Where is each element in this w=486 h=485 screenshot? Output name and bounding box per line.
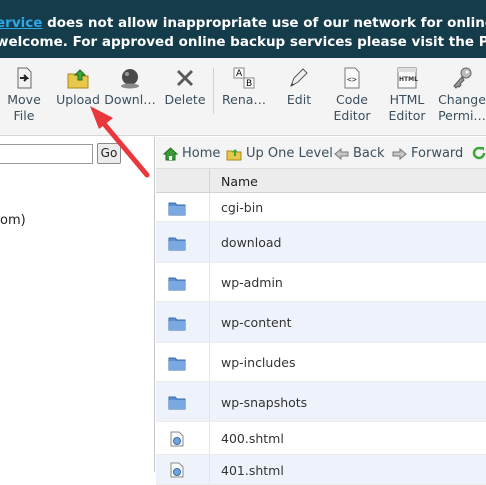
reload-button[interactable] <box>472 146 486 160</box>
forward-button[interactable]: Forward <box>392 146 463 161</box>
reload-icon <box>472 146 486 160</box>
table-row[interactable]: download <box>156 222 486 263</box>
delete-label: Delete <box>164 92 206 107</box>
rename-icon: AB <box>233 67 255 89</box>
table-row[interactable]: wp-content <box>156 302 486 343</box>
forward-label: Forward <box>411 146 464 161</box>
code-editor-button[interactable]: <> Code Editor <box>326 66 378 124</box>
edit-button[interactable]: Edit <box>273 66 325 108</box>
file-name[interactable]: cgi-bin <box>221 200 263 215</box>
table-row[interactable]: 401.shtml <box>156 455 486 485</box>
html-editor-button[interactable]: HTML HTML Editor <box>381 66 433 124</box>
go-button[interactable]: Go <box>97 143 121 164</box>
table-row[interactable]: wp-admin <box>156 263 486 302</box>
code-editor-icon: <> <box>344 67 360 89</box>
back-button[interactable]: Back <box>334 146 385 161</box>
rename-button[interactable]: AB Rena… <box>218 66 270 108</box>
svg-text:A: A <box>236 69 243 79</box>
folder-icon <box>168 237 186 250</box>
svg-text:HTML: HTML <box>399 76 418 83</box>
notice-line-1: ervice does not allow inappropriate use … <box>0 14 486 33</box>
table-row[interactable]: cgi-bin <box>156 193 486 222</box>
table-row[interactable]: 400.shtml <box>156 422 486 455</box>
download-label: Downl… <box>104 92 156 107</box>
folder-icon <box>168 202 186 215</box>
terms-of-service-link[interactable]: ervice <box>0 15 42 31</box>
back-arrow-icon <box>334 147 349 160</box>
notice-line-1-text: does not allow inappropriate use of our … <box>47 15 486 31</box>
file-list-table: Name cgi-bin download wp-admin wp-content wp… <box>156 169 486 485</box>
upload-icon <box>67 69 89 89</box>
code-editor-label: Code Editor <box>333 92 371 123</box>
edit-icon <box>290 68 308 88</box>
navigation-bar: Home Up One Level Back Forward <box>156 137 486 169</box>
delete-icon <box>177 70 193 86</box>
directory-tree-pane: Go om) <box>0 137 155 472</box>
up-one-level-label: Up One Level <box>246 146 333 161</box>
svg-text:<>: <> <box>347 75 357 84</box>
change-permissions-button[interactable]: Change Permi… <box>434 66 486 124</box>
folder-icon <box>168 317 186 330</box>
file-name[interactable]: wp-content <box>221 315 292 330</box>
change-permissions-label: Change Permi… <box>438 92 486 123</box>
html-editor-label: HTML Editor <box>388 92 426 123</box>
back-label: Back <box>353 146 385 161</box>
svg-text:B: B <box>246 79 252 89</box>
web-file-icon <box>170 431 184 446</box>
file-name[interactable]: 401.shtml <box>221 463 284 478</box>
html-editor-icon: HTML <box>397 67 418 89</box>
file-name[interactable]: wp-admin <box>221 275 283 290</box>
file-name[interactable]: wp-snapshots <box>221 395 307 410</box>
folder-icon <box>168 357 186 370</box>
move-file-button[interactable]: Move File <box>0 66 50 124</box>
download-button[interactable]: Downl… <box>104 66 156 108</box>
web-file-icon <box>170 462 184 478</box>
home-button[interactable]: Home <box>163 146 220 161</box>
file-name[interactable]: 400.shtml <box>221 431 284 446</box>
icon-column-header <box>156 169 210 193</box>
name-column-header[interactable]: Name <box>221 174 258 189</box>
folder-icon <box>168 396 186 410</box>
notice-line-2: welcome. For approved online backup serv… <box>0 34 486 50</box>
notice-banner: ervice does not allow inappropriate use … <box>0 0 486 58</box>
upload-label: Upload <box>56 92 100 107</box>
upload-button[interactable]: Upload <box>52 66 104 108</box>
table-header: Name <box>156 169 486 193</box>
up-folder-icon <box>226 148 242 160</box>
download-icon <box>121 69 139 89</box>
home-icon <box>163 146 178 160</box>
tree-item-text[interactable]: om) <box>0 213 26 228</box>
folder-icon <box>168 277 186 290</box>
up-one-level-button[interactable]: Up One Level <box>226 146 333 161</box>
file-rows: cgi-bin download wp-admin wp-content wp-incl… <box>156 193 486 485</box>
home-label: Home <box>182 146 221 161</box>
table-row[interactable]: wp-includes <box>156 343 486 382</box>
file-name[interactable]: wp-includes <box>221 355 295 370</box>
delete-button[interactable]: Delete <box>159 66 211 108</box>
move-file-icon <box>17 67 32 89</box>
file-name[interactable]: download <box>221 235 281 250</box>
move-file-label: Move File <box>7 92 41 123</box>
toolbar-separator <box>213 68 214 114</box>
file-toolbar: Move File Upload Downl… Delete AB Rena… … <box>0 58 486 136</box>
edit-label: Edit <box>286 92 312 107</box>
forward-arrow-icon <box>392 147 407 160</box>
key-icon <box>453 67 472 89</box>
rename-label: Rena… <box>222 92 266 107</box>
path-input[interactable] <box>0 144 93 164</box>
table-row[interactable]: wp-snapshots <box>156 382 486 422</box>
